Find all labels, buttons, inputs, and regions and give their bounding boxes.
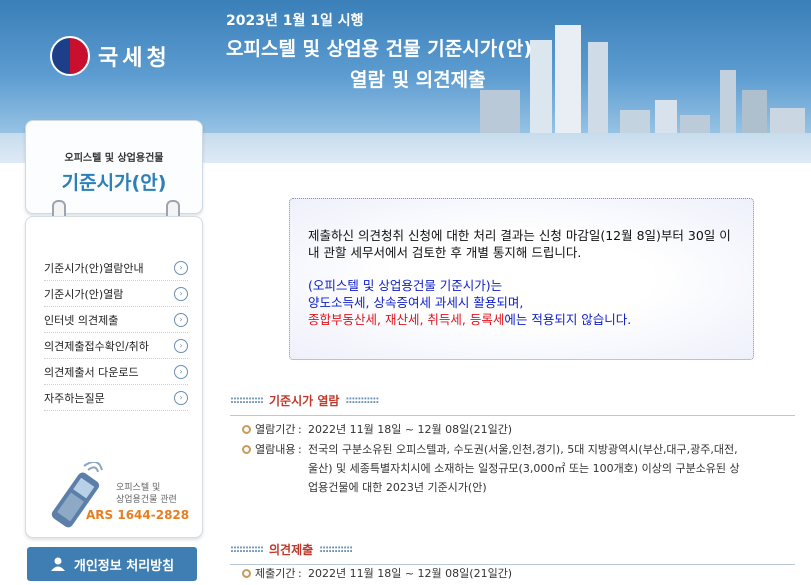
nts-logo[interactable]: 국세청 — [50, 36, 171, 76]
notice-line3: 양도소득세, 상속증여세 과세시 활용되며, — [308, 295, 524, 310]
sidebar-item-label: 인터넷 의견제출 — [44, 313, 119, 327]
viewing-period-label: 열람기간 — [255, 423, 296, 436]
chevron-right-icon: › — [174, 364, 188, 379]
chevron-right-icon: › — [174, 260, 188, 275]
key-bullet-icon — [242, 569, 251, 578]
banner-title-line1: 오피스텔 및 상업용 건물 기준시가(안) — [226, 38, 533, 60]
sidebar-item-label: 의견제출서 다운로드 — [44, 365, 139, 379]
dotted-decoration: ::::::::::: — [230, 395, 264, 406]
section-title: 의견제출 — [269, 543, 314, 557]
sidebar-item-online-opinion[interactable]: 인터넷 의견제출 › — [44, 307, 188, 333]
sidebar-item-label: 의견제출접수확인/취하 — [44, 339, 149, 353]
key-bullet-icon — [242, 425, 251, 434]
dotted-decoration: ::::::::::: — [230, 544, 264, 555]
dotted-decoration: ::::::::::: — [319, 544, 353, 555]
chevron-right-icon: › — [174, 312, 188, 327]
key-bullet-icon — [242, 445, 251, 454]
card-title: 기준시가(안) — [61, 172, 167, 194]
notice-box: 제출하신 의견청취 신청에 대한 처리 결과는 신청 마감일(12월 8일)부터… — [289, 198, 754, 360]
taeguk-logo-icon — [50, 36, 90, 76]
notice-not-applied: 에는 적용되지 않습니다. — [504, 312, 632, 327]
ars-label-line2: 상업용건물 관련 — [116, 495, 177, 505]
viewing-content-row: 열람내용 : 전국의 구분소유된 오피스텔과, 수도권(서울,인천,경기), 5… — [242, 440, 743, 497]
chevron-right-icon: › — [174, 338, 188, 353]
sidebar-item-label: 기준시가(안)열람안내 — [44, 261, 144, 275]
section-viewing: ::::::::::: 기준시가 열람::::::::::: — [230, 392, 795, 416]
submission-period-label: 제출기간 — [255, 567, 296, 580]
chevron-right-icon: › — [174, 286, 188, 301]
notice-line2: (오피스텔 및 상업용건물 기준시가)는 — [308, 278, 503, 293]
banner-title-line2: 열람 및 의견제출 — [350, 69, 486, 91]
viewing-content-value: 전국의 구분소유된 오피스텔과, 수도권(서울,인천,경기), 5대 지방광역시… — [308, 443, 740, 494]
submission-period-row: 제출기간 : 2022년 11월 18일 ~ 12월 08일(21일간) — [242, 564, 743, 583]
viewing-period-row: 열람기간 : 2022년 11월 18일 ~ 12월 08일(21일간) — [242, 420, 743, 439]
section-title: 기준시가 열람 — [269, 394, 340, 408]
notice-line4: 종합부동산세, 재산세, 취득세, 등록세에는 적용되지 않습니다. — [308, 311, 738, 328]
dotted-decoration: ::::::::::: — [345, 395, 379, 406]
viewing-content-label: 열람내용 — [255, 443, 296, 456]
ars-phone-number: ARS 1644-2828 — [86, 508, 190, 522]
section-divider — [230, 415, 795, 416]
viewing-period-value: 2022년 11월 18일 ~ 12월 08일(21일간) — [308, 423, 513, 436]
privacy-policy-label: 개인정보 처리방침 — [73, 558, 175, 574]
logo-text: 국세청 — [98, 46, 171, 71]
notice-processing-text: 제출하신 의견청취 신청에 대한 처리 결과는 신청 마감일(12월 8일)부터… — [308, 228, 731, 260]
sidebar-item-form-download[interactable]: 의견제출서 다운로드 › — [44, 359, 188, 385]
submission-period-value: 2022년 11월 18일 ~ 12월 08일(21일간) — [308, 567, 513, 580]
sidebar-item-viewing[interactable]: 기준시가(안)열람 › — [44, 281, 188, 307]
ars-label-line1: 오피스텔 및 — [116, 483, 161, 493]
privacy-policy-button[interactable]: 개인정보 처리방침 — [27, 547, 197, 581]
sidebar-item-label: 자주하는질문 — [44, 391, 105, 405]
sidebar-item-faq[interactable]: 자주하는질문 › — [44, 385, 188, 411]
person-icon — [50, 557, 65, 571]
notice-excluded-taxes: 종합부동산세, 재산세, 취득세, 등록세 — [308, 312, 505, 327]
chevron-right-icon: › — [174, 390, 188, 405]
sidebar-item-receipt-check[interactable]: 의견제출접수확인/취하 › — [44, 333, 188, 359]
sidebar-item-label: 기준시가(안)열람 — [44, 287, 124, 301]
ars-label: 오피스텔 및 상업용건물 관련 — [116, 482, 177, 506]
sidebar-item-viewing-guide[interactable]: 기준시가(안)열람안내 › — [44, 255, 188, 281]
effective-date: 2023년 1월 1일 시행 — [226, 13, 364, 29]
card-subtitle: 오피스텔 및 상업용건물 — [64, 153, 164, 164]
section-opinion: ::::::::::: 의견제출::::::::::: — [230, 541, 795, 565]
